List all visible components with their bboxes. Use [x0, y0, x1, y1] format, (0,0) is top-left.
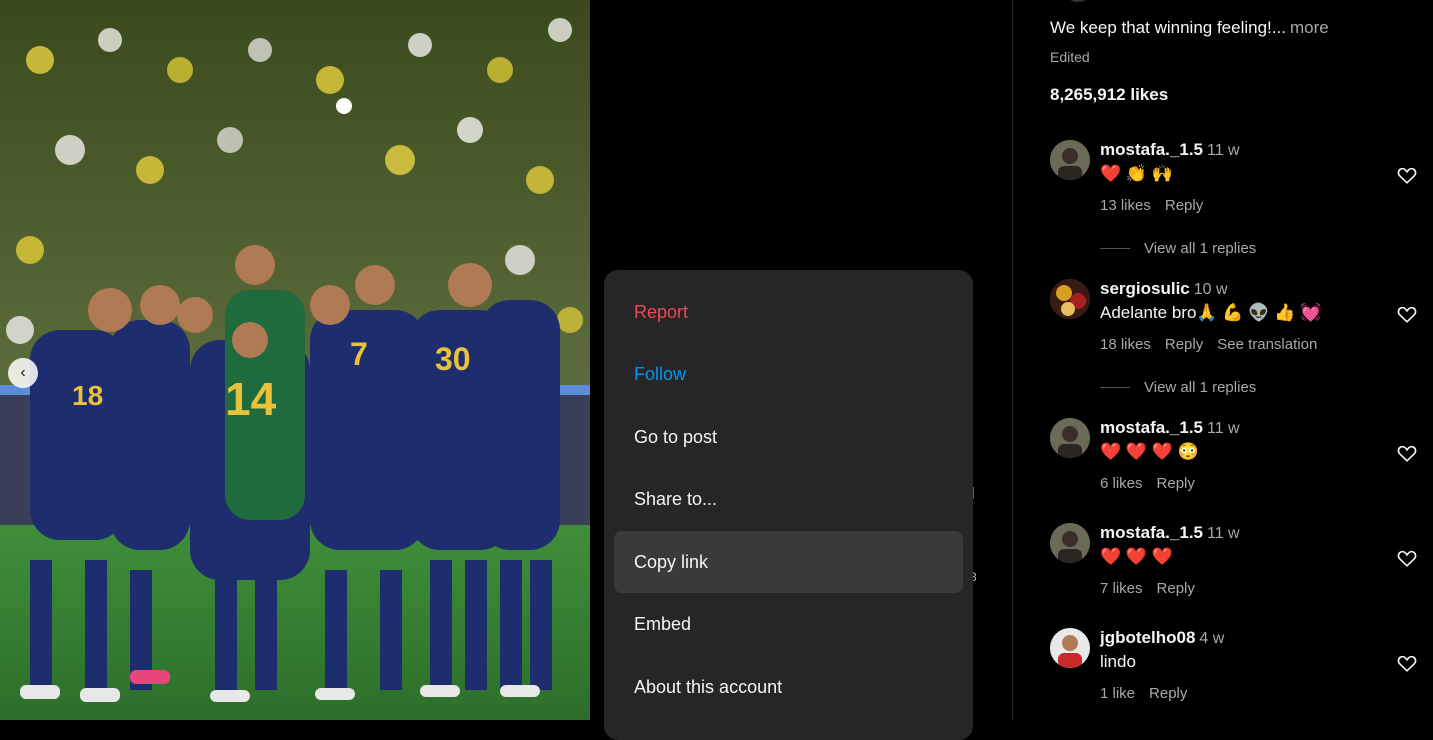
- comment-text: lindo: [1100, 652, 1136, 671]
- comment-likes[interactable]: 13 likes: [1100, 197, 1151, 214]
- comment-username[interactable]: mostafa._1.5: [1100, 523, 1203, 542]
- comment-time[interactable]: 11 w: [1207, 142, 1240, 159]
- view-replies-button[interactable]: View all 1 replies: [1100, 240, 1256, 257]
- comment-text: ❤️ ❤️ ❤️ 😳: [1100, 442, 1199, 461]
- jersey-number-18: 18: [72, 380, 103, 411]
- comment-text: Adelante bro🙏 💪 👽 👍 💓: [1100, 303, 1322, 322]
- team-huddle-image: 14 7 30 18: [0, 0, 590, 720]
- post-caption: We keep that winning feeling!... more: [1050, 18, 1329, 38]
- avatar-image: [1050, 523, 1090, 563]
- menu-item-go-to-post[interactable]: Go to post: [614, 406, 963, 468]
- menu-item-about-account[interactable]: About this account: [614, 656, 963, 718]
- post-options-menu: Report Follow Go to post Share to... Cop…: [604, 270, 973, 740]
- comment-username[interactable]: jgbotelho08: [1100, 628, 1195, 647]
- edited-label: Edited: [1050, 49, 1090, 65]
- caption-text: We keep that winning feeling!...: [1050, 18, 1286, 37]
- menu-item-copy-link[interactable]: Copy link: [614, 531, 963, 593]
- menu-item-embed[interactable]: Embed: [614, 593, 963, 655]
- comment-likes[interactable]: 18 likes: [1100, 336, 1151, 353]
- reply-button[interactable]: Reply: [1165, 197, 1203, 214]
- comment-text: ❤️ 👏 🙌: [1100, 164, 1173, 183]
- avatar[interactable]: [1050, 418, 1090, 458]
- view-replies-label: View all 1 replies: [1144, 379, 1257, 396]
- reply-button[interactable]: Reply: [1157, 580, 1195, 597]
- post-photo[interactable]: 14 7 30 18 ‹: [0, 0, 590, 720]
- comment-likes[interactable]: 1 like: [1100, 685, 1135, 702]
- replies-divider: [1100, 387, 1130, 388]
- post-likes-count[interactable]: 8,265,912 likes: [1050, 85, 1168, 105]
- comment-time[interactable]: 10 w: [1194, 281, 1228, 298]
- jersey-number-30: 30: [435, 341, 471, 377]
- comments-panel: We keep that winning feeling!... more Edi…: [1012, 0, 1433, 720]
- menu-item-report[interactable]: Report: [614, 281, 963, 343]
- view-replies-label: View all 1 replies: [1144, 240, 1257, 257]
- avatar[interactable]: [1050, 279, 1090, 319]
- heart-icon[interactable]: [1396, 652, 1418, 674]
- reply-button[interactable]: Reply: [1149, 685, 1187, 702]
- replies-divider: [1100, 248, 1130, 249]
- avatar-image: [1050, 279, 1090, 319]
- comment-username[interactable]: mostafa._1.5: [1100, 140, 1203, 159]
- comment-time[interactable]: 11 w: [1207, 420, 1240, 437]
- author-avatar-partial[interactable]: [1061, 0, 1095, 2]
- jersey-number-7: 7: [350, 336, 368, 372]
- avatar[interactable]: [1050, 628, 1090, 668]
- previous-image-button[interactable]: ‹: [8, 358, 38, 388]
- comment-username[interactable]: sergiosulic: [1100, 279, 1190, 298]
- jersey-number-14: 14: [225, 373, 277, 425]
- avatar-image: [1050, 628, 1090, 668]
- comment-time[interactable]: 4 w: [1199, 630, 1224, 647]
- comment-text: ❤️ ❤️ ❤️: [1100, 547, 1173, 566]
- menu-item-follow[interactable]: Follow: [614, 343, 963, 405]
- comment-username[interactable]: mostafa._1.5: [1100, 418, 1203, 437]
- heart-icon[interactable]: [1396, 547, 1418, 569]
- caption-more-link[interactable]: more: [1290, 18, 1329, 37]
- reply-button[interactable]: Reply: [1157, 475, 1195, 492]
- view-replies-button[interactable]: View all 1 replies: [1100, 379, 1256, 396]
- avatar-image: [1050, 418, 1090, 458]
- heart-icon[interactable]: [1396, 303, 1418, 325]
- chevron-left-icon: ‹: [20, 364, 26, 381]
- see-translation-button[interactable]: See translation: [1217, 336, 1317, 353]
- heart-icon[interactable]: [1396, 442, 1418, 464]
- comment-likes[interactable]: 7 likes: [1100, 580, 1143, 597]
- reply-button[interactable]: Reply: [1165, 336, 1203, 353]
- avatar[interactable]: [1050, 140, 1090, 180]
- comment-likes[interactable]: 6 likes: [1100, 475, 1143, 492]
- comment-time[interactable]: 11 w: [1207, 525, 1240, 542]
- menu-item-share-to[interactable]: Share to...: [614, 468, 963, 530]
- avatar-image: [1050, 140, 1090, 180]
- avatar[interactable]: [1050, 523, 1090, 563]
- heart-icon[interactable]: [1396, 164, 1418, 186]
